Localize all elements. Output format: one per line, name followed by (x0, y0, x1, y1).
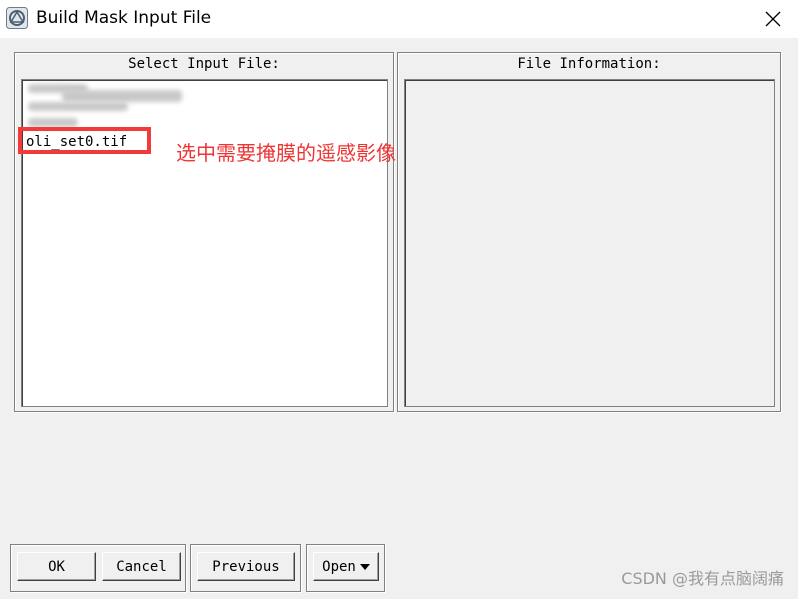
previous-button[interactable]: Previous (197, 552, 295, 581)
envi-app-icon (6, 7, 28, 29)
csdn-watermark: CSDN @我有点脑阔痛 (621, 569, 784, 588)
file-information-title: File Information: (517, 56, 661, 72)
open-group: Open (306, 544, 385, 592)
highlight-box (18, 127, 151, 154)
blurred-list-item[interactable] (28, 102, 128, 111)
close-icon (765, 11, 781, 27)
ok-cancel-group: OK Cancel (10, 544, 186, 592)
title-bar[interactable]: Build Mask Input File (0, 0, 798, 38)
window-title: Build Mask Input File (36, 8, 212, 28)
cancel-button[interactable]: Cancel (102, 552, 181, 581)
dialog-body: Select Input File: oli_set0.tif 选中需要掩膜的遥… (0, 38, 798, 599)
file-information-panel: File Information: (397, 52, 781, 412)
close-button[interactable] (748, 0, 798, 38)
input-file-list[interactable]: oli_set0.tif (18, 79, 388, 407)
file-information-area (404, 79, 775, 407)
previous-group: Previous (190, 544, 301, 592)
select-input-file-title: Select Input File: (128, 56, 280, 72)
open-button[interactable]: Open (313, 552, 379, 581)
blurred-list-item[interactable] (62, 90, 182, 102)
dropdown-arrow-icon (359, 563, 370, 570)
open-button-label: Open (322, 558, 356, 575)
select-input-file-panel: Select Input File: oli_set0.tif (14, 52, 394, 412)
blurred-list-item[interactable] (28, 118, 78, 127)
annotation-text: 选中需要掩膜的遥感影像 (176, 141, 396, 165)
ok-button[interactable]: OK (17, 552, 96, 581)
